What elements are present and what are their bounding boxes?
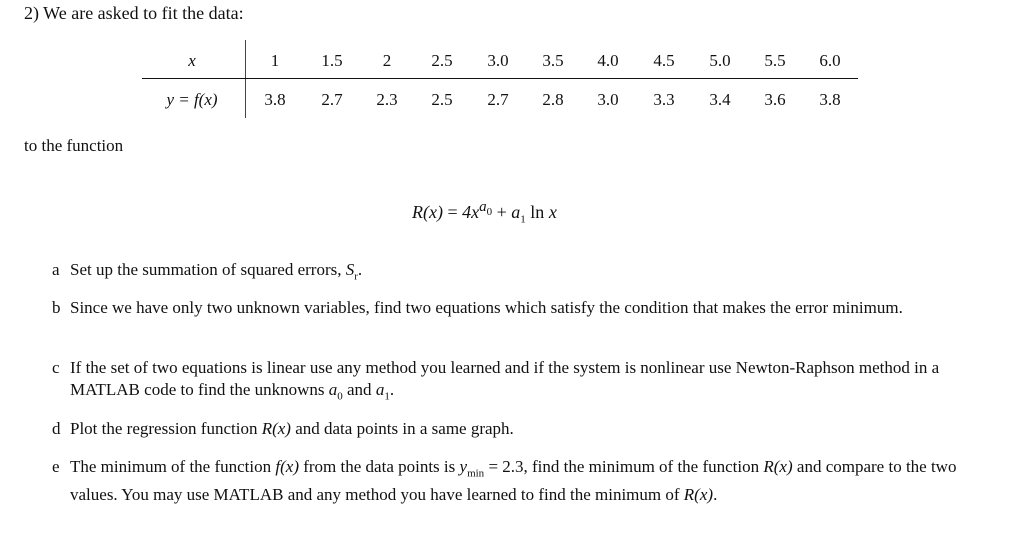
- table-cell-y: 2.5: [431, 90, 453, 109]
- task-label: c: [52, 358, 60, 377]
- table-row-label-x: x: [188, 51, 196, 70]
- task-item-d: d Plot the regression function R(x) and …: [52, 418, 982, 440]
- task-label: d: [52, 419, 61, 438]
- table-row-label-y: y = f(x): [166, 90, 218, 109]
- formula-coef-sub: 1: [520, 213, 526, 226]
- task-item-b: b Since we have only two unknown variabl…: [52, 297, 982, 319]
- table-cell-x: 6.0: [819, 51, 841, 70]
- table-cell-y: 3.3: [653, 90, 675, 109]
- formula-var: x: [548, 202, 557, 222]
- task-text-post: and data points in a same graph.: [290, 419, 514, 438]
- math-rx: R(x): [763, 457, 793, 476]
- table-cell-y: 3.0: [597, 90, 619, 109]
- data-table: x y = f(x) 1 1.5 2 2.5 3.0 3.5 4.0 4.5 5.0 5.5 6.0…: [142, 40, 858, 118]
- table-cell-y: 3.6: [764, 90, 786, 109]
- task-item-c: c If the set of two equations is linear …: [52, 357, 982, 407]
- task-text: Set up the summation of squared errors,: [70, 260, 346, 279]
- task-text: If the set of two equations is linear us…: [70, 358, 940, 399]
- task-label: e: [52, 457, 60, 476]
- table-cell-x: 1: [270, 51, 280, 70]
- task-label: b: [52, 298, 61, 317]
- task-text: The minimum of the function: [70, 457, 276, 476]
- formula-lhs: R(x): [412, 202, 443, 222]
- table-cell-x: 5.5: [764, 51, 786, 70]
- task-text-mid: = 2.3, find the minimum of the function: [484, 457, 764, 476]
- math-sr: S: [345, 260, 355, 279]
- task-item-a: a Set up the summation of squared errors…: [52, 259, 982, 287]
- table-cell-y: 2.3: [376, 90, 398, 109]
- table-cell-y: 2.7: [487, 90, 509, 109]
- formula-exponent-sub: 0: [486, 206, 493, 218]
- math-y: y: [459, 457, 468, 476]
- table-cell-y: 2.7: [321, 90, 343, 109]
- formula-exponent: a: [479, 199, 487, 215]
- math-sub: min: [467, 467, 485, 480]
- formula-ln: ln: [530, 202, 545, 222]
- math-fx: f(x): [275, 457, 299, 476]
- table-cell-x: 3.5: [542, 51, 564, 70]
- task-tail: .: [357, 260, 363, 279]
- table-cell-x: 4.5: [653, 51, 675, 70]
- table-cell-x: 3.0: [487, 51, 509, 70]
- task-label: a: [52, 260, 60, 279]
- task-tail: .: [713, 485, 718, 505]
- table-vertical-rule: [245, 40, 246, 118]
- formula-coef: a: [511, 202, 521, 222]
- table-cell-x: 5.0: [709, 51, 731, 70]
- formula-plus: +: [496, 202, 507, 222]
- task-text: Since we have only two unknown variables…: [70, 298, 903, 317]
- table-cell-x: 2: [382, 51, 392, 70]
- task-text-mid: and: [342, 380, 376, 399]
- table-cell-x: 2.5: [431, 51, 453, 70]
- table-cell-y: 3.4: [709, 90, 731, 109]
- table-cell-y: 3.8: [819, 90, 841, 109]
- task-text-mid: from the data points is: [298, 457, 460, 476]
- math-rx: R(x): [683, 485, 714, 505]
- table-cell-y: 3.8: [264, 90, 286, 109]
- task-tail: .: [389, 380, 395, 399]
- lead-text: to the function: [24, 136, 124, 155]
- problem-heading: 2) We are asked to fit the data:: [24, 3, 244, 23]
- table-horizontal-rule: [142, 78, 858, 79]
- task-text: Plot the regression function: [70, 419, 262, 438]
- model-formula: R(x) = 4xa0 + a1 ln x: [412, 199, 557, 226]
- table-cell-x: 4.0: [597, 51, 619, 70]
- table-cell-y: 2.8: [542, 90, 564, 109]
- math-a0: a: [328, 380, 338, 399]
- formula-term1: 4x: [462, 202, 480, 222]
- formula-equals: =: [447, 202, 458, 222]
- table-cell-x: 1.5: [321, 51, 343, 70]
- math-rx: R(x): [261, 419, 291, 438]
- task-item-e: e The minimum of the function f(x) from …: [52, 456, 982, 506]
